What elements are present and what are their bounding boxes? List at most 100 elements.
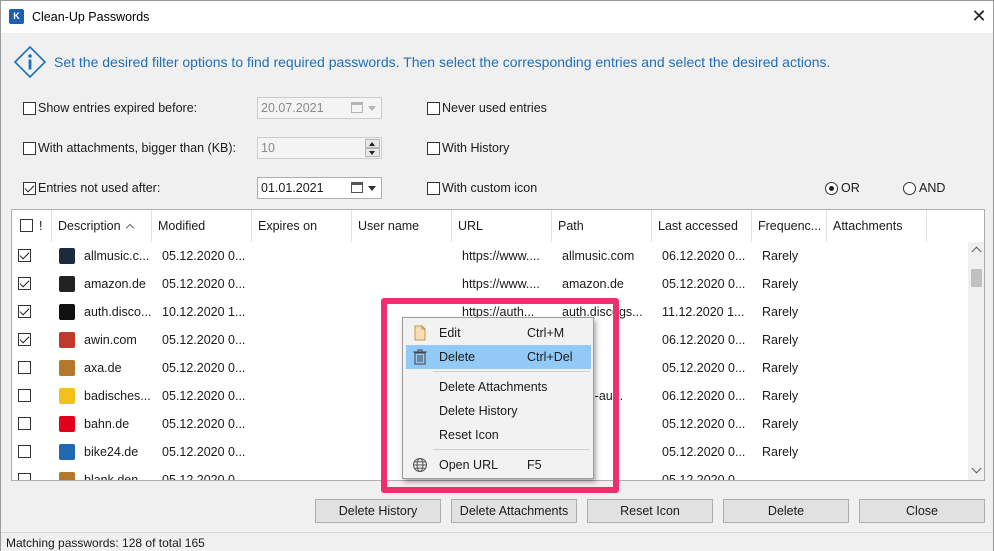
cell-last: 11.12.2020 1... — [662, 305, 745, 319]
or-radio[interactable] — [825, 182, 838, 195]
cell-modified: 05.12.2020 0... — [162, 333, 246, 347]
expired-date-field[interactable]: 20.07.2021 — [257, 97, 382, 119]
row-checkbox[interactable] — [18, 417, 31, 430]
cell-freq: Rarely — [762, 305, 799, 319]
cell-last: 05.12.2020 0... — [662, 361, 746, 375]
cell-description: amazon.de — [84, 277, 146, 291]
close-window-button[interactable]: ✕ — [967, 5, 991, 29]
cell-path: amazon.de — [562, 277, 624, 291]
row-checkbox[interactable] — [18, 305, 31, 318]
calendar-icon — [351, 182, 363, 193]
calendar-icon — [351, 102, 363, 113]
cell-description: badisches... — [84, 389, 151, 403]
vertical-scrollbar[interactable] — [968, 242, 984, 480]
cell-freq: Rarely — [762, 445, 799, 459]
scroll-up-icon[interactable] — [971, 246, 982, 257]
stepper-buttons[interactable] — [365, 139, 380, 157]
header-expires[interactable]: Expires on — [252, 210, 352, 242]
header-attachments[interactable]: Attachments — [827, 210, 927, 242]
cell-description: allmusic.c... — [84, 249, 150, 263]
with-history-checkbox[interactable] — [427, 142, 440, 155]
never-used-label: Never used entries — [442, 101, 547, 115]
awin-icon — [59, 332, 75, 348]
stepper-up-icon[interactable] — [365, 139, 380, 148]
cell-url: https://www.... — [462, 249, 540, 263]
show-expired-checkbox[interactable] — [23, 102, 36, 115]
lock-icon — [59, 304, 75, 320]
and-radio[interactable] — [903, 182, 916, 195]
cell-freq: Rarely — [762, 277, 799, 291]
delete-history-button[interactable]: Delete History — [315, 499, 441, 523]
row-checkbox[interactable] — [18, 333, 31, 346]
cell-description: bike24.de — [84, 445, 139, 459]
row-checkbox[interactable] — [18, 473, 31, 480]
custom-icon-checkbox[interactable] — [427, 182, 440, 195]
cell-last: 05.12.2020 0... — [662, 445, 746, 459]
cell-last: 05.12.2020 0... — [662, 277, 746, 291]
chevron-down-icon[interactable] — [368, 106, 376, 111]
app-icon: K — [9, 9, 24, 24]
cell-user — [356, 270, 456, 298]
table-row[interactable]: allmusic.c... 05.12.2020 0... https://www.… — [12, 242, 968, 270]
cell-url: https://www.... — [462, 277, 540, 291]
bike-icon — [59, 444, 75, 460]
not-used-date-field[interactable]: 01.01.2021 — [257, 177, 382, 199]
delete-attachments-button[interactable]: Delete Attachments — [451, 499, 577, 523]
row-checkbox[interactable] — [18, 389, 31, 402]
header-username[interactable]: User name — [352, 210, 452, 242]
header-description[interactable]: Description — [52, 210, 152, 242]
cell-description: auth.disco... — [84, 305, 152, 319]
cell-modified: 05.12.2020 0... — [162, 361, 246, 375]
header-path[interactable]: Path — [552, 210, 652, 242]
header-frequency[interactable]: Frequenc... — [752, 210, 827, 242]
cell-modified: 05.12.2020 0... — [162, 445, 246, 459]
cell-expires — [256, 270, 356, 298]
close-button[interactable]: Close — [859, 499, 985, 523]
header-description-label: Description — [58, 219, 121, 233]
chevron-down-icon[interactable] — [368, 186, 376, 191]
not-used-date-value: 01.01.2021 — [261, 181, 324, 195]
scroll-thumb[interactable] — [971, 269, 982, 287]
header-modified[interactable]: Modified — [152, 210, 252, 242]
cell-description: blank.den — [84, 473, 139, 481]
expired-date-value: 20.07.2021 — [261, 101, 324, 115]
attachments-size-stepper[interactable]: 10 — [257, 137, 382, 159]
header-flag: ! — [39, 219, 43, 233]
not-used-checkbox[interactable] — [23, 182, 36, 195]
with-history-label: With History — [442, 141, 510, 155]
cell-modified: 05.12.2020 0... — [162, 473, 246, 481]
row-checkbox[interactable] — [18, 249, 31, 262]
table-row[interactable]: amazon.de 05.12.2020 0... https://www.... a… — [12, 270, 968, 298]
highlight-annotation — [381, 298, 619, 493]
header-last-accessed[interactable]: Last accessed — [652, 210, 752, 242]
delete-button[interactable]: Delete — [723, 499, 849, 523]
row-checkbox[interactable] — [18, 445, 31, 458]
cell-modified: 05.12.2020 0... — [162, 249, 246, 263]
not-used-label: Entries not used after: — [38, 181, 161, 195]
axa-icon — [59, 360, 75, 376]
cell-freq: Rarely — [762, 333, 799, 347]
reset-icon-button[interactable]: Reset Icon — [587, 499, 713, 523]
scroll-down-icon[interactable] — [971, 463, 982, 474]
cell-modified: 05.12.2020 0... — [162, 389, 246, 403]
stepper-down-icon[interactable] — [365, 148, 380, 157]
table-header: ! Description Modified Expires on User n… — [12, 210, 968, 242]
cell-freq: Rarely — [762, 249, 799, 263]
music-icon — [59, 248, 75, 264]
row-checkbox[interactable] — [18, 361, 31, 374]
never-used-checkbox[interactable] — [427, 102, 440, 115]
title-bar: K Clean-Up Passwords ✕ — [1, 1, 993, 33]
cell-description: axa.de — [84, 361, 122, 375]
amazon-icon — [59, 276, 75, 292]
header-url[interactable]: URL — [452, 210, 552, 242]
cell-expires — [256, 410, 356, 438]
select-all-checkbox[interactable] — [20, 219, 33, 232]
cell-expires — [256, 466, 356, 480]
cell-freq: Rarely — [762, 417, 799, 431]
cell-description: awin.com — [84, 333, 137, 347]
header-select-col[interactable]: ! — [12, 210, 52, 242]
cell-path: allmusic.com — [562, 249, 635, 263]
attachments-checkbox[interactable] — [23, 142, 36, 155]
row-checkbox[interactable] — [18, 277, 31, 290]
cell-description: bahn.de — [84, 417, 130, 431]
